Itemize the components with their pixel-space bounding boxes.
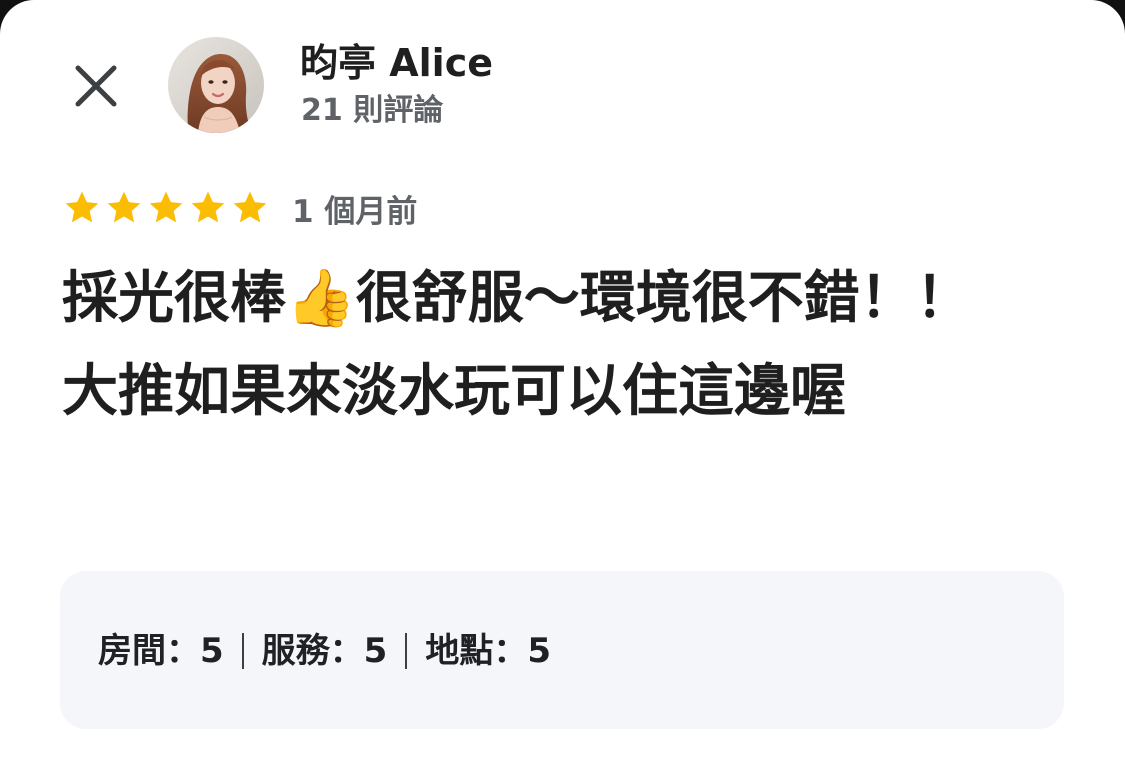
avatar-photo [168, 37, 264, 133]
sub-rating-location: 地點：5 [425, 631, 552, 671]
close-icon [75, 65, 117, 107]
sub-rating-service: 服務：5 [261, 631, 388, 671]
star-rating [62, 188, 270, 228]
divider [241, 633, 244, 669]
reviewer-review-count: 21 則評論 [301, 93, 444, 128]
star-icon [107, 191, 141, 223]
star-icon [191, 191, 225, 223]
star-icon [149, 191, 183, 223]
star-icon [65, 191, 99, 223]
review-date: 1 個月前 [292, 193, 418, 230]
star-icon [233, 191, 267, 223]
sub-ratings-panel: 房間：5 服務：5 地點：5 [60, 571, 1064, 729]
close-button[interactable] [70, 60, 122, 112]
divider [405, 633, 408, 669]
sub-rating-room: 房間：5 [98, 631, 224, 671]
rating-row: 1 個月前 [62, 184, 417, 232]
review-text: 採光很棒👍很舒服～環境很不錯！！大推如果來淡水玩可以住這邊喔 [62, 266, 972, 424]
sub-ratings-line: 房間：5 服務：5 地點：5 [98, 627, 551, 675]
review-sheet: 昀亭 Alice 21 則評論 1 個月前 採光很棒👍很舒服～環境很不錯！！大推… [0, 0, 1125, 757]
reviewer-name[interactable]: 昀亭 Alice [300, 38, 493, 88]
avatar[interactable] [168, 37, 264, 133]
